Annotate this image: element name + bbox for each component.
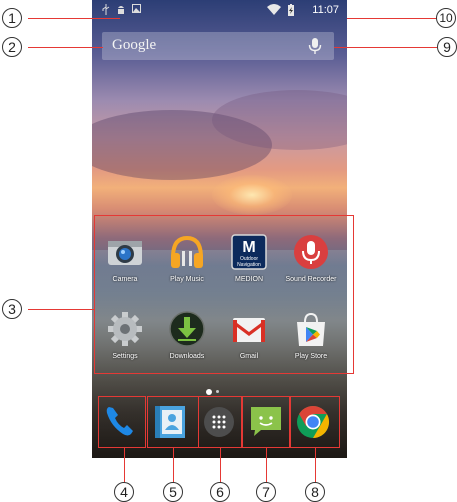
callout-number-3: 3 (2, 299, 22, 319)
callout-box-phone (98, 396, 146, 448)
callout-number-1: 1 (2, 8, 22, 28)
callout-number-4: 4 (114, 482, 134, 502)
leader-line-7 (266, 448, 267, 486)
callout-number-5: 5 (163, 482, 183, 502)
callout-number-2: 2 (2, 37, 22, 57)
wifi-icon (267, 4, 281, 19)
callout-box-chrome (290, 396, 340, 448)
page-dot-active (206, 388, 212, 395)
callout-box-messaging (242, 396, 290, 448)
callout-number-6: 6 (210, 482, 230, 502)
leader-line-9 (334, 47, 437, 48)
callout-box-contacts (147, 396, 199, 448)
google-search-label: Google (112, 37, 157, 53)
callout-number-10: 10 (436, 8, 456, 28)
page-dot (216, 390, 219, 394)
leader-line-2 (28, 47, 103, 48)
callout-box-app-drawer (198, 396, 242, 448)
leader-line-1 (28, 18, 120, 19)
android-debug-icon (116, 4, 126, 19)
wallpaper-sun (212, 175, 292, 215)
leader-line-4 (124, 448, 125, 486)
microphone-icon[interactable] (308, 38, 322, 54)
callout-number-7: 7 (256, 482, 276, 502)
leader-line-3 (28, 309, 94, 310)
image-icon (132, 4, 141, 17)
leader-line-5 (173, 448, 174, 486)
usb-icon (102, 4, 110, 19)
status-time: 11:07 (312, 4, 339, 16)
leader-line-10 (347, 18, 437, 19)
leader-line-8 (315, 448, 316, 486)
status-bar: 11:07 (92, 0, 347, 20)
leader-line-6 (220, 448, 221, 486)
google-search-bar[interactable]: Google (102, 32, 334, 60)
callout-number-9: 9 (437, 37, 457, 57)
callout-number-8: 8 (305, 482, 325, 502)
battery-charging-icon (287, 4, 295, 20)
callout-box-app-area (94, 215, 354, 374)
